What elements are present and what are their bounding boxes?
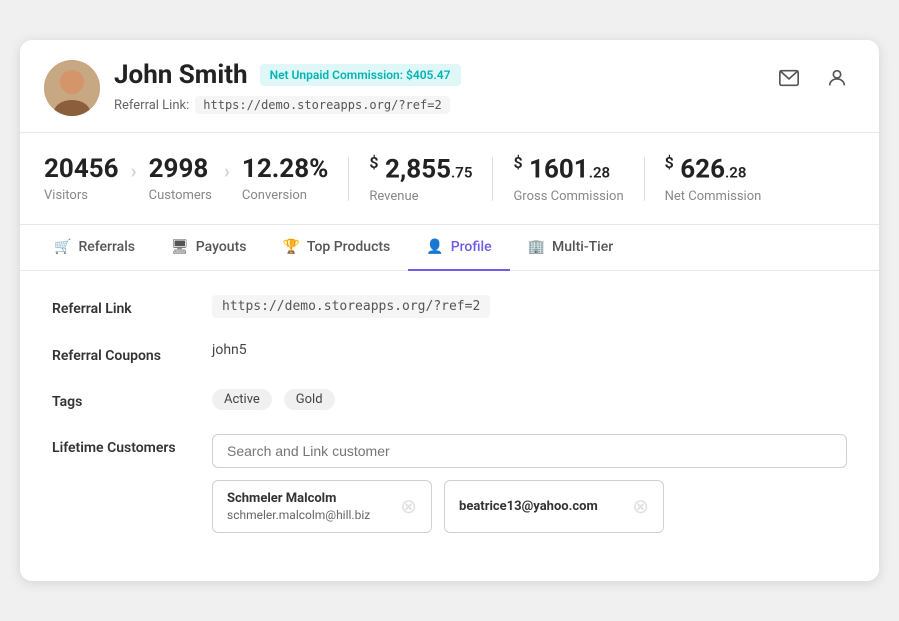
tab-referrals[interactable]: 🛒 Referrals — [36, 225, 153, 271]
customer-email-0: schmeler.malcolm@hill.biz — [227, 508, 370, 522]
stat-net-commission-value: $ 626.28 — [665, 153, 762, 185]
stat-net-commission: $ 626.28 Net Commission — [665, 153, 762, 204]
customer-name-1: beatrice13@yahoo.com — [459, 499, 598, 514]
tab-referrals-label: Referrals — [78, 239, 135, 255]
main-card: John Smith Net Unpaid Commission: $405.4… — [20, 40, 879, 581]
commission-badge: Net Unpaid Commission: $405.47 — [260, 64, 461, 86]
top-products-icon: 🏆 — [282, 239, 299, 255]
stat-gross-commission-value: $ 1601.28 — [513, 153, 623, 185]
stat-net-commission-label: Net Commission — [665, 189, 762, 204]
tag-active: Active — [212, 389, 272, 410]
remove-customer-0[interactable]: ⊗ — [400, 496, 417, 516]
referral-link-label: Referral Link — [52, 295, 212, 317]
stat-revenue-label: Revenue — [369, 189, 472, 204]
avatar — [44, 60, 100, 116]
stat-customers-value: 2998 — [149, 154, 212, 184]
profile-row-coupons: Referral Coupons john5 — [52, 342, 847, 364]
stat-visitors: 20456 Visitors — [44, 154, 119, 203]
coupons-value: john5 — [212, 342, 247, 358]
tabs: 🛒 Referrals 🖥 Payouts 🏆 Top Products 👤 P… — [20, 225, 879, 271]
header-actions — [771, 60, 855, 96]
stat-gross-commission-label: Gross Commission — [513, 189, 623, 204]
referral-label: Referral Link: — [114, 98, 189, 113]
header-info: John Smith Net Unpaid Commission: $405.4… — [114, 60, 461, 114]
customer-card-1: beatrice13@yahoo.com ⊗ — [444, 480, 664, 533]
stat-customers-label: Customers — [149, 188, 212, 203]
tags-label: Tags — [52, 388, 212, 410]
tab-profile-label: Profile — [451, 239, 492, 255]
profile-content: Referral Link https://demo.storeapps.org… — [20, 271, 879, 581]
stat-visitors-label: Visitors — [44, 188, 119, 203]
email-button[interactable] — [771, 60, 807, 96]
multi-tier-icon: 🏢 — [528, 239, 545, 255]
stat-customers: 2998 Customers — [149, 154, 212, 203]
referral-link-row: Referral Link: https://demo.storeapps.or… — [114, 96, 461, 114]
divider-1: › — [119, 159, 149, 183]
tab-top-products-label: Top Products — [307, 239, 390, 255]
stat-conversion: 12.28% Conversion — [242, 154, 328, 203]
net-currency: $ — [665, 153, 674, 172]
tab-multi-tier[interactable]: 🏢 Multi-Tier — [510, 225, 632, 271]
tab-profile[interactable]: 👤 Profile — [408, 225, 509, 271]
header: John Smith Net Unpaid Commission: $405.4… — [20, 40, 879, 133]
coupons-label: Referral Coupons — [52, 342, 212, 364]
tag-gold: Gold — [284, 389, 335, 410]
customer-name-0: Schmeler Malcolm — [227, 491, 370, 506]
header-left: John Smith Net Unpaid Commission: $405.4… — [44, 60, 461, 116]
customer-info-1: beatrice13@yahoo.com — [459, 499, 598, 514]
separator-3 — [644, 157, 645, 201]
stats-row: 20456 Visitors › 2998 Customers › 12.28%… — [20, 133, 879, 225]
stat-visitors-value: 20456 — [44, 154, 119, 184]
user-name: John Smith — [114, 60, 248, 90]
divider-2: › — [212, 159, 242, 183]
customer-cards: Schmeler Malcolm schmeler.malcolm@hill.b… — [212, 480, 847, 533]
stat-gross-commission: $ 1601.28 Gross Commission — [513, 153, 623, 204]
tab-top-products[interactable]: 🏆 Top Products — [264, 225, 408, 271]
gross-currency: $ — [513, 153, 522, 172]
header-title-row: John Smith Net Unpaid Commission: $405.4… — [114, 60, 461, 90]
profile-row-lifetime-customers: Lifetime Customers Schmeler Malcolm schm… — [52, 434, 847, 533]
user-button[interactable] — [819, 60, 855, 96]
search-customer-input[interactable] — [212, 434, 847, 468]
stat-revenue-value: $ 2,855.75 — [369, 153, 472, 185]
lifetime-section: Schmeler Malcolm schmeler.malcolm@hill.b… — [212, 434, 847, 533]
lifetime-customers-label: Lifetime Customers — [52, 434, 212, 456]
separator-1 — [348, 157, 349, 201]
referrals-icon: 🛒 — [54, 239, 71, 255]
tags-container: Active Gold — [212, 388, 343, 410]
payouts-icon: 🖥 — [171, 239, 189, 255]
tab-payouts[interactable]: 🖥 Payouts — [153, 225, 264, 271]
stat-conversion-value: 12.28% — [242, 154, 328, 184]
tab-multi-tier-label: Multi-Tier — [552, 239, 613, 255]
separator-2 — [492, 157, 493, 201]
net-cents: .28 — [725, 164, 746, 182]
remove-customer-1[interactable]: ⊗ — [632, 496, 649, 516]
profile-row-tags: Tags Active Gold — [52, 388, 847, 410]
profile-row-referral-link: Referral Link https://demo.storeapps.org… — [52, 295, 847, 318]
header-referral-url: https://demo.storeapps.org/?ref=2 — [195, 96, 449, 114]
stat-revenue: $ 2,855.75 Revenue — [369, 153, 472, 204]
revenue-currency: $ — [369, 153, 378, 172]
stat-conversion-label: Conversion — [242, 188, 328, 203]
customer-card-0: Schmeler Malcolm schmeler.malcolm@hill.b… — [212, 480, 432, 533]
gross-cents: .28 — [589, 164, 610, 182]
tab-payouts-label: Payouts — [196, 239, 247, 255]
revenue-cents: .75 — [451, 164, 472, 182]
customer-info-0: Schmeler Malcolm schmeler.malcolm@hill.b… — [227, 491, 370, 522]
referral-link-value: https://demo.storeapps.org/?ref=2 — [212, 295, 490, 318]
profile-icon: 👤 — [426, 239, 443, 255]
